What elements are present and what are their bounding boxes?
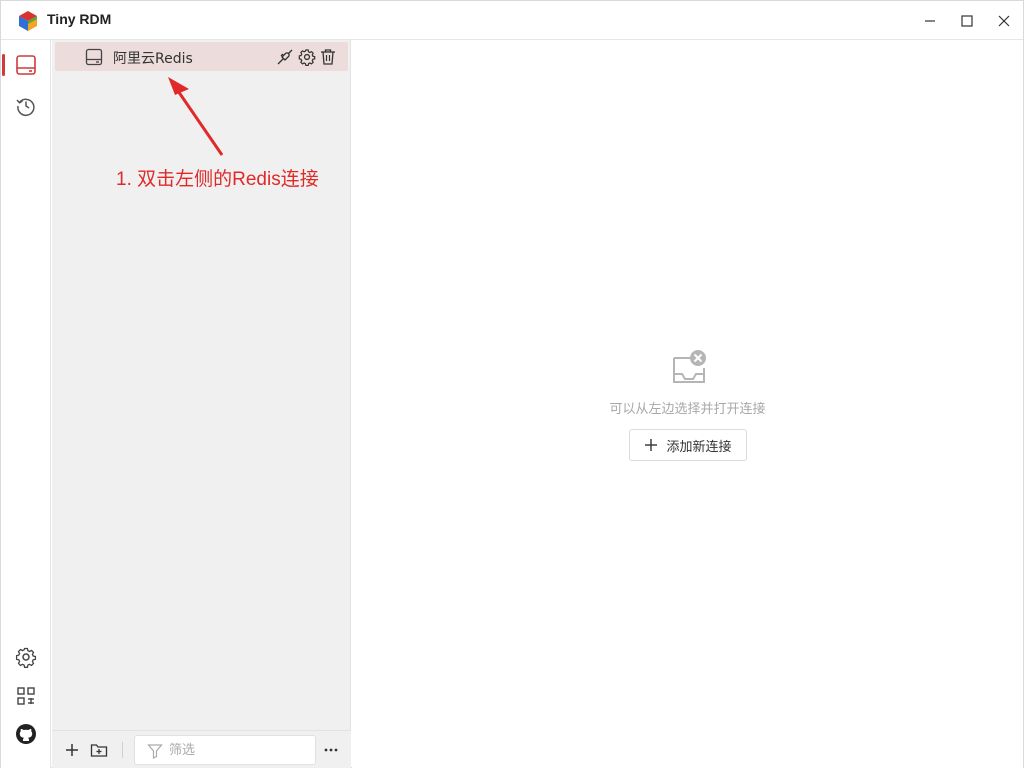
close-icon <box>998 15 1010 27</box>
trash-icon <box>321 49 335 65</box>
active-indicator <box>2 54 5 76</box>
empty-inbox-icon <box>673 350 706 383</box>
folder-add-icon <box>90 744 108 757</box>
main-content: 可以从左边选择并打开连接 添加新连接 <box>352 40 1023 768</box>
connection-toolbar <box>52 730 351 768</box>
disconnect-button[interactable] <box>275 47 295 67</box>
rail-settings-button[interactable] <box>13 644 39 670</box>
annotation-text: 1. 双击左侧的Redis连接 <box>116 169 319 190</box>
tiny-rdm-logo-icon <box>19 11 37 31</box>
new-group-button[interactable] <box>88 739 110 761</box>
gear-icon <box>298 49 316 66</box>
nav-rail <box>1 40 51 768</box>
server-icon <box>16 55 36 75</box>
maximize-icon <box>961 15 973 27</box>
minimize-button[interactable] <box>918 9 942 33</box>
apps-grid-icon <box>17 687 35 705</box>
empty-state-text: 可以从左边选择并打开连接 <box>609 402 766 417</box>
history-icon <box>16 98 35 117</box>
connection-settings-button[interactable] <box>297 47 317 67</box>
connection-item[interactable]: 阿里云Redis <box>55 42 348 71</box>
rail-history-button[interactable] <box>13 93 39 119</box>
delete-connection-button[interactable] <box>318 47 338 67</box>
rail-apps-button[interactable] <box>13 683 39 709</box>
rail-github-button[interactable] <box>13 721 39 747</box>
connection-panel: 阿里云Redis 1. 双击左侧的Redis连接 筛选 <box>52 40 351 768</box>
add-connection-button[interactable]: 添加新连接 <box>629 429 747 461</box>
gear-icon <box>15 647 37 668</box>
app-window: Tiny RDM 阿里云Redis 1. 双击左侧的Redis连接 筛选 可以从… <box>0 0 1024 768</box>
connection-label: 阿里云Redis <box>113 51 193 67</box>
plus-icon <box>66 744 78 756</box>
maximize-button[interactable] <box>955 9 979 33</box>
server-icon <box>85 48 103 66</box>
toolbar-divider <box>122 742 123 758</box>
more-options-button[interactable] <box>320 739 342 761</box>
filter-icon <box>147 744 163 759</box>
github-icon <box>16 724 36 744</box>
title-bar: Tiny RDM <box>1 1 1023 40</box>
rail-connections-button[interactable] <box>13 52 39 78</box>
filter-input[interactable] <box>169 741 309 759</box>
close-button[interactable] <box>992 9 1016 33</box>
disconnect-icon <box>277 49 293 65</box>
plus-icon <box>645 439 658 451</box>
new-connection-button[interactable] <box>61 739 83 761</box>
more-horizontal-icon <box>324 748 338 752</box>
minimize-icon <box>925 20 935 22</box>
add-connection-label: 添加新连接 <box>666 439 732 455</box>
app-title: Tiny RDM <box>47 11 112 27</box>
filter-field[interactable] <box>134 735 316 765</box>
